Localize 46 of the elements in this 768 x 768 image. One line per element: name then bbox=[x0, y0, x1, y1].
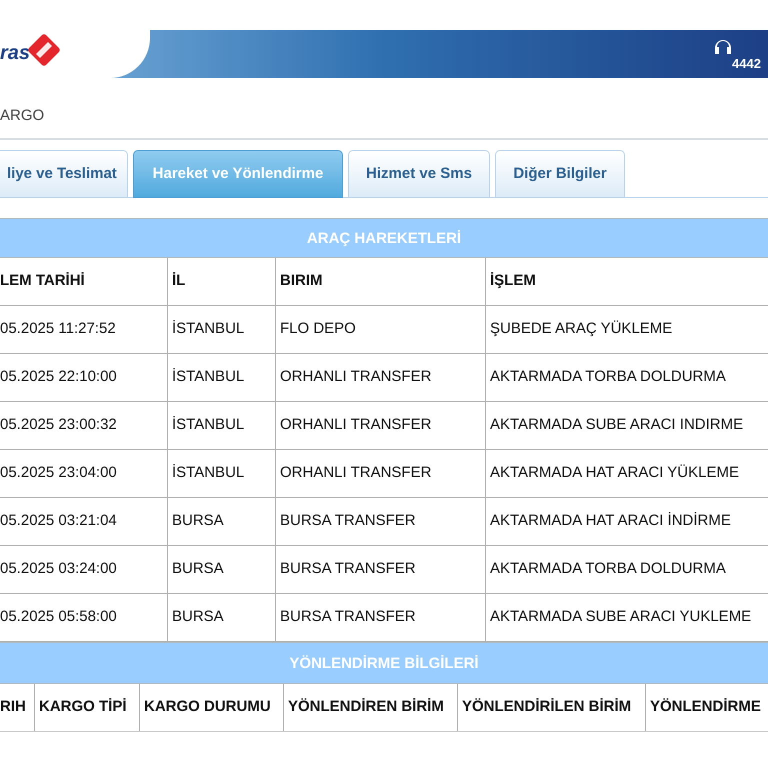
column-header: İL bbox=[167, 258, 275, 305]
column-header: YÖNLENDİRME bbox=[645, 684, 768, 731]
table-cell: FLO DEPO bbox=[275, 306, 485, 353]
table-cell: İSTANBUL bbox=[167, 402, 275, 449]
tab[interactable]: Diğer Bilgiler bbox=[495, 150, 625, 198]
table-cell: BURSA TRANSFER bbox=[275, 546, 485, 593]
table-cell-text: 05.2025 03:24:00 bbox=[0, 559, 118, 580]
table-cell: BURSA bbox=[167, 546, 275, 593]
column-header: KARGO TİPİ bbox=[34, 684, 139, 731]
column-header: RIH bbox=[0, 697, 27, 718]
table-cell: BURSA bbox=[167, 498, 275, 545]
phone-number: 4442 bbox=[732, 55, 761, 73]
table-cell: AKTARMADA HAT ARACI İNDİRME bbox=[485, 498, 768, 545]
table-cell: AKTARMADA TORBA DOLDURMA bbox=[485, 546, 768, 593]
column-header: YÖNLENDİREN BİRİM bbox=[283, 684, 457, 731]
table-cell: AKTARMADA TORBA DOLDURMA bbox=[485, 354, 768, 401]
column-header: BIRIM bbox=[275, 258, 485, 305]
column-header: LEM TARİHİ bbox=[0, 271, 86, 292]
table-cell: ORHANLI TRANSFER bbox=[275, 402, 485, 449]
table-cell: ŞUBEDE ARAÇ YÜKLEME bbox=[485, 306, 768, 353]
table-cell: BURSA bbox=[167, 594, 275, 641]
table-cell: BURSA TRANSFER bbox=[275, 594, 485, 641]
table-cell-text: 05.2025 22:10:00 bbox=[0, 367, 118, 388]
tab[interactable]: Hizmet ve Sms bbox=[348, 150, 490, 198]
table-cell: ORHANLI TRANSFER bbox=[275, 450, 485, 497]
table-cell-text: 05.2025 11:27:52 bbox=[0, 319, 117, 340]
table-cell: İSTANBUL bbox=[167, 306, 275, 353]
logo-text: ras bbox=[0, 41, 30, 66]
column-header: İŞLEM bbox=[485, 258, 768, 305]
table-cell: AKTARMADA SUBE ARACI YUKLEME bbox=[485, 594, 768, 641]
table-cell: İSTANBUL bbox=[167, 450, 275, 497]
tab[interactable]: liye ve Teslimat bbox=[0, 150, 128, 198]
table-title: ARAÇ HAREKETLERİ bbox=[0, 218, 768, 258]
table-cell: BURSA TRANSFER bbox=[275, 498, 485, 545]
table-cell: AKTARMADA HAT ARACI YÜKLEME bbox=[485, 450, 768, 497]
table-cell-text: 05.2025 23:04:00 bbox=[0, 463, 118, 484]
column-header: YÖNLENDİRİLEN BİRİM bbox=[457, 684, 645, 731]
table-cell: ORHANLI TRANSFER bbox=[275, 354, 485, 401]
table-cell: AKTARMADA SUBE ARACI INDIRME bbox=[485, 402, 768, 449]
column-header: KARGO DURUMU bbox=[139, 684, 283, 731]
table-cell-text: 05.2025 23:00:32 bbox=[0, 415, 118, 436]
table-cell-text: 05.2025 05:58:00 bbox=[0, 607, 118, 628]
table-cell-text: 05.2025 03:21:04 bbox=[0, 511, 118, 532]
table-title: YÖNLENDİRME BİLGİLERİ bbox=[0, 642, 768, 684]
table-cell: İSTANBUL bbox=[167, 354, 275, 401]
breadcrumb: ARGO bbox=[0, 106, 46, 126]
